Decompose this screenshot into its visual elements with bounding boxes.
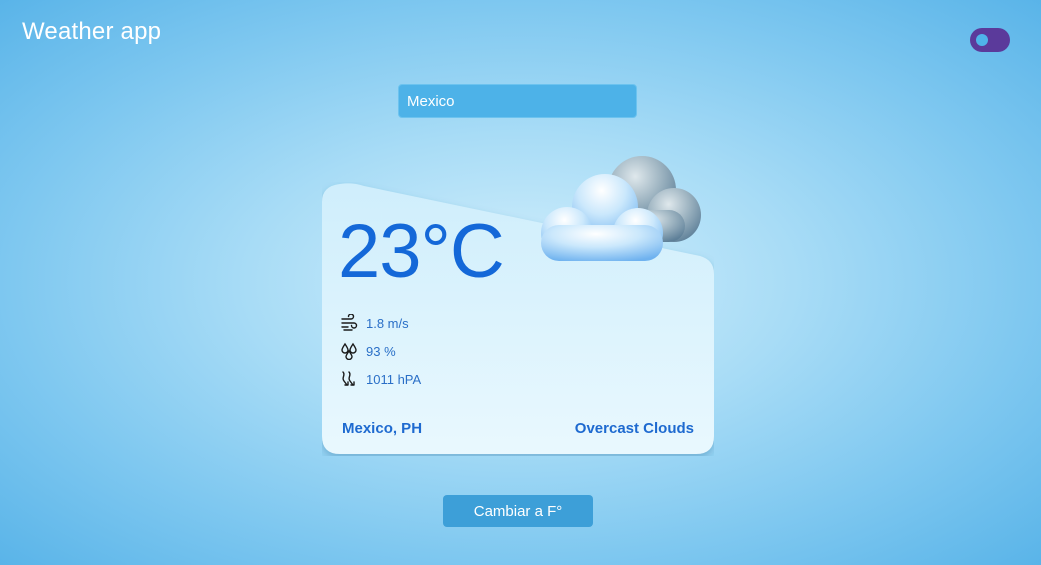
location-label: Mexico, PH — [342, 420, 423, 437]
app-title: Weather app — [22, 18, 162, 45]
theme-toggle-knob — [976, 34, 988, 46]
toggle-unit-button[interactable]: Cambiar a F° — [443, 495, 593, 527]
wind-speed-value: 1.8 m/s — [366, 315, 409, 331]
pressure-icon — [342, 371, 355, 386]
pressure-value: 1011 hPA — [366, 371, 422, 387]
humidity-value: 93 % — [366, 343, 396, 359]
temperature-value: 23°C — [338, 209, 505, 294]
pressure-stat: 1011 hPA — [340, 369, 421, 389]
weather-description: Overcast Clouds — [574, 420, 694, 437]
wind-icon — [341, 314, 358, 331]
overcast-clouds-icon — [541, 156, 701, 261]
theme-toggle[interactable] — [970, 28, 1010, 52]
wind-stat: 1.8 m/s — [340, 313, 409, 333]
humidity-stat: 93 % — [340, 341, 396, 361]
city-search-input[interactable] — [398, 84, 637, 118]
humidity-icon — [341, 342, 357, 360]
